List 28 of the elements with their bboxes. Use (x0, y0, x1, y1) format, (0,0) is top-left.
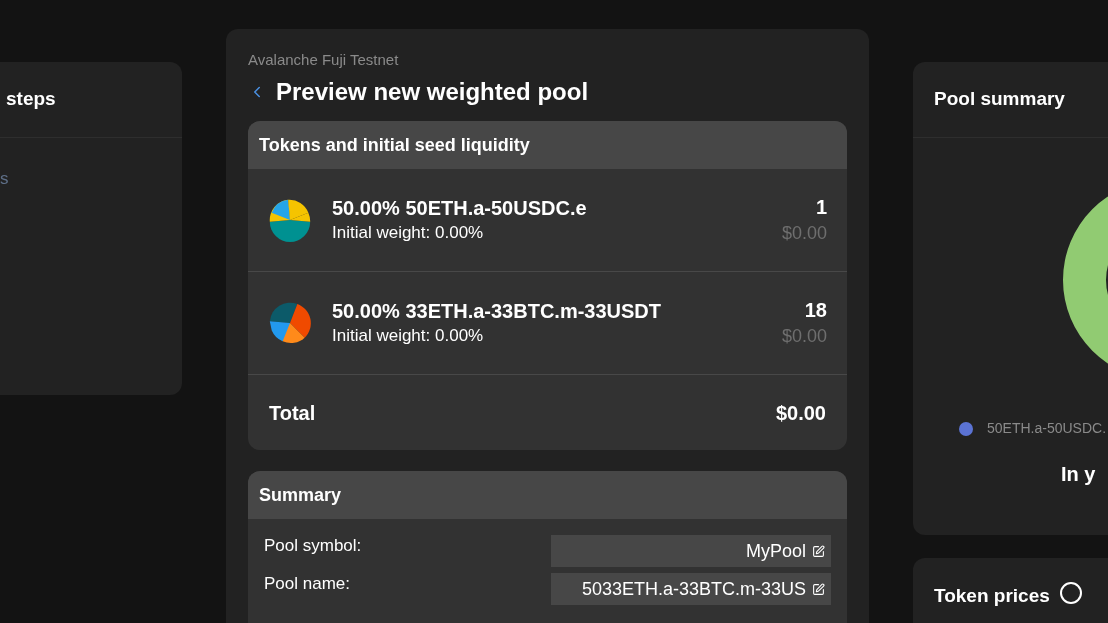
total-value: $0.00 (775, 400, 826, 426)
token-weight: Initial weight: 0.00% (332, 325, 484, 347)
token-name: 50.00% 50ETH.a-50USDC.e (332, 196, 587, 221)
token-value: $0.00 (781, 325, 827, 348)
total-label: Total (269, 400, 316, 426)
field-label: Pool symbol: (264, 535, 362, 557)
pie-chart-icon (268, 301, 312, 345)
page-title: Preview new weighted pool (276, 77, 589, 107)
text-field[interactable]: MyPool (551, 535, 831, 567)
token-name: 50.00% 33ETH.a-33BTC.m-33USDT (332, 299, 661, 324)
info-icon[interactable] (1059, 582, 1082, 604)
panel-title: Token prices (934, 584, 1050, 608)
pie-chart-icon (268, 198, 312, 242)
info-text: In y (1060, 462, 1097, 487)
token-amount: 1 (815, 195, 827, 220)
token-weight: Initial weight: 0.00% (332, 222, 484, 244)
card-title: Summary (259, 483, 342, 507)
token-value: $0.00 (781, 222, 827, 245)
panel-title: steps (6, 87, 56, 112)
edit-icon[interactable] (812, 582, 825, 596)
legend-label: 50ETH.a-50USDC. (987, 419, 1107, 438)
panel-title: Pool summary (934, 87, 1065, 112)
network-name: Avalanche Fuji Testnet (248, 51, 399, 69)
edit-icon[interactable] (812, 544, 825, 558)
card-title: Tokens and initial seed liquidity (259, 133, 530, 157)
text-field[interactable]: 5033ETH.a-33BTC.m-33US (551, 573, 831, 605)
token-amount: 18 (804, 298, 827, 323)
field-label: Pool name: (264, 573, 350, 595)
